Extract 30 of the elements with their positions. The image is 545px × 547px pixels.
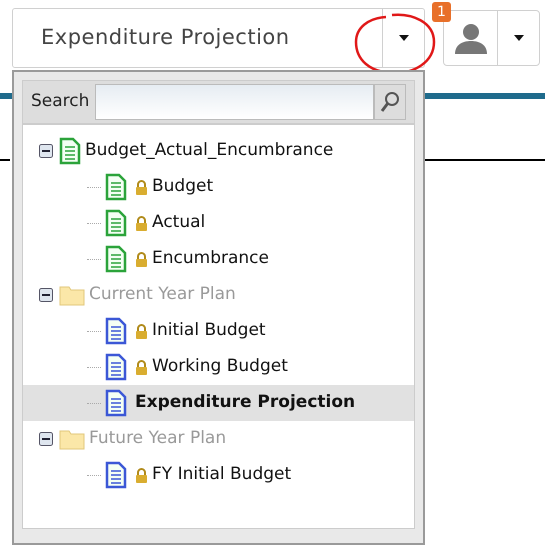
tree-item[interactable]: Budget bbox=[152, 174, 214, 200]
collapse-icon[interactable] bbox=[39, 432, 53, 446]
document-icon bbox=[105, 461, 127, 489]
tree-item[interactable]: Budget_Actual_Encumbrance bbox=[85, 138, 334, 164]
document-icon bbox=[105, 209, 127, 237]
tree-item[interactable]: Actual bbox=[152, 210, 206, 236]
search-icon bbox=[380, 91, 400, 113]
search-field[interactable] bbox=[95, 84, 374, 120]
tree-item[interactable]: Initial Budget bbox=[152, 318, 266, 344]
document-icon bbox=[59, 137, 81, 165]
document-icon bbox=[105, 353, 127, 381]
caret-icon bbox=[514, 35, 524, 41]
caret-icon bbox=[398, 35, 408, 41]
document-icon bbox=[105, 245, 127, 273]
user-icon bbox=[452, 22, 488, 54]
search-label: Search bbox=[31, 90, 90, 114]
tree-item[interactable]: Expenditure Projection bbox=[135, 390, 356, 416]
selected-value: Expenditure Projection bbox=[40, 24, 291, 52]
search-button[interactable] bbox=[374, 84, 406, 120]
tree-item[interactable]: FY Initial Budget bbox=[152, 462, 292, 488]
collapse-icon[interactable] bbox=[39, 288, 53, 302]
document-icon bbox=[105, 173, 127, 201]
tree-item[interactable]: Working Budget bbox=[152, 354, 288, 380]
folder-icon bbox=[59, 284, 85, 306]
collapse-icon[interactable] bbox=[39, 144, 53, 158]
notification-badge: 1 bbox=[432, 2, 451, 22]
tree-item[interactable]: Encumbrance bbox=[152, 246, 269, 272]
document-icon bbox=[105, 389, 127, 417]
document-icon bbox=[105, 317, 127, 345]
folder-icon bbox=[59, 428, 85, 450]
